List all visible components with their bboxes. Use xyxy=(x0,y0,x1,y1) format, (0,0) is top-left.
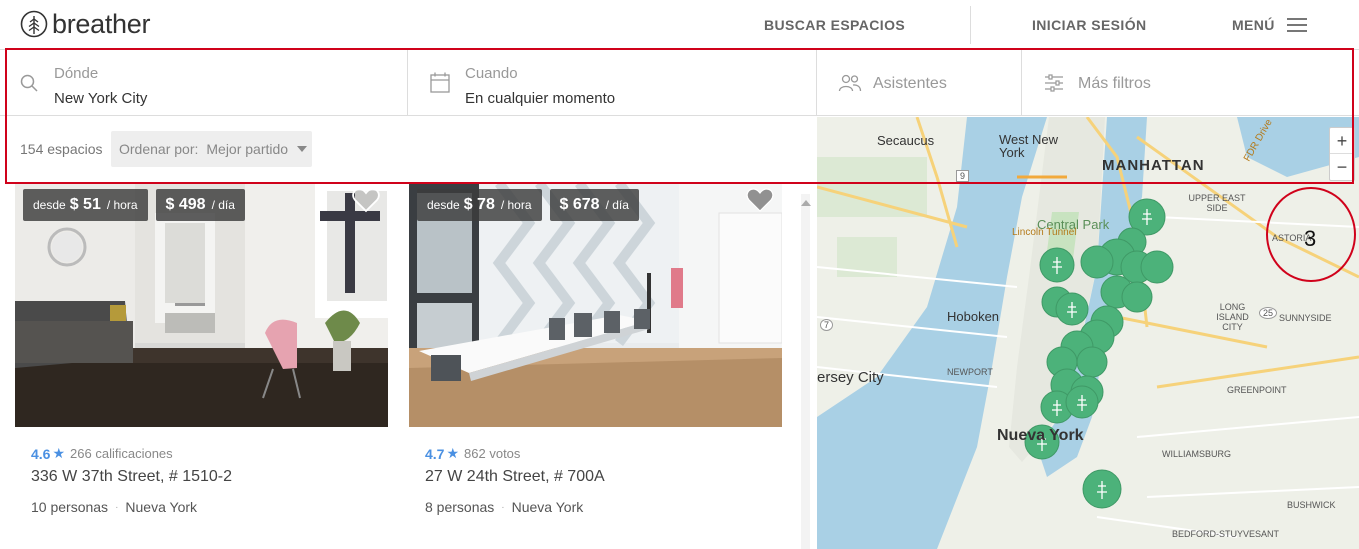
map-label-newport: NEWPORT xyxy=(947,367,993,377)
map-label-upper-east-side: UPPER EAST SIDE xyxy=(1188,193,1246,213)
map-label-bedford-stuyvesant: BEDFORD-STUYVESANT xyxy=(1172,529,1280,539)
menu-label: MENÚ xyxy=(1232,17,1275,33)
where-label: Dónde xyxy=(54,65,99,82)
map-label-bushwick: BUSHWICK xyxy=(1287,500,1336,510)
price-tags: desde $ 78 / hora $ 678 / día xyxy=(417,189,639,221)
map-label-lincoln-tunnel: Lincoln Tunnel xyxy=(1012,227,1077,238)
nav-search-spaces[interactable]: BUSCAR ESPACIOS xyxy=(764,17,905,33)
daily-price: $ 498 xyxy=(165,196,206,213)
results-count: 154 espacios xyxy=(20,141,103,157)
results-scrollbar[interactable] xyxy=(801,194,810,549)
hourly-price: $ 51 xyxy=(69,196,101,213)
capacity: 8 personas xyxy=(425,499,495,515)
favorite-heart-icon[interactable] xyxy=(352,187,380,213)
logo-text: breather xyxy=(52,9,151,39)
day-unit: / día xyxy=(211,198,235,212)
daily-price-tag: $ 498 / día xyxy=(155,189,245,221)
search-bar: Dónde New York City Cuando En cualquier … xyxy=(0,49,1359,116)
tree-logo-icon xyxy=(20,10,48,38)
map-label-hoboken: Hoboken xyxy=(947,309,1000,324)
filters-label: Más filtros xyxy=(1078,75,1151,92)
people-icon xyxy=(838,74,862,92)
day-unit: / día xyxy=(605,198,629,212)
breather-logo[interactable]: breather xyxy=(20,10,150,38)
space-meta: 8 personas · Nueva York xyxy=(425,499,766,515)
annotation-number: 3 xyxy=(1304,226,1317,251)
nav-login[interactable]: INICIAR SESIÓN xyxy=(1032,17,1147,33)
daily-price: $ 678 xyxy=(559,196,600,213)
city: Nueva York xyxy=(125,499,198,515)
map-label-sunnyside: SUNNYSIDE xyxy=(1279,313,1332,323)
space-card[interactable]: desde $ 51 / hora $ 498 / día 4.6 ★ 266 … xyxy=(15,183,388,515)
price-tags: desde $ 51 / hora $ 498 / día xyxy=(23,189,245,221)
map-label-manhattan: MANHATTAN xyxy=(1102,157,1205,174)
calendar-icon xyxy=(430,72,450,93)
space-info: 4.7 ★ 862 votos 27 W 24th Street, # 700A… xyxy=(409,427,782,515)
where-value[interactable]: New York City xyxy=(54,90,147,107)
rating-line: 4.7 ★ 862 votos xyxy=(425,445,766,462)
city: Nueva York xyxy=(511,499,584,515)
nav-divider xyxy=(970,6,971,44)
when-field[interactable]: Cuando En cualquier momento xyxy=(408,50,817,116)
where-field[interactable]: Dónde New York City xyxy=(0,50,408,116)
top-header: breather BUSCAR ESPACIOS INICIAR SESIÓN … xyxy=(0,0,1359,48)
daily-price-tag: $ 678 / día xyxy=(549,189,639,221)
separator-dot: · xyxy=(501,501,505,513)
rating-value: 4.6 xyxy=(31,445,51,462)
map-label-greenpoint: GREENPOINT xyxy=(1227,385,1287,395)
sliders-icon xyxy=(1045,74,1063,92)
map-canvas xyxy=(817,117,1359,549)
menu-button[interactable]: MENÚ xyxy=(1232,17,1307,33)
favorite-heart-icon[interactable] xyxy=(746,187,774,213)
map-label-new-york: Nueva York xyxy=(997,427,1084,444)
rating-line: 4.6 ★ 266 calificaciones xyxy=(31,445,372,462)
zoom-in-button[interactable]: + xyxy=(1330,128,1354,154)
hourly-price-tag: desde $ 78 / hora xyxy=(417,189,542,221)
hour-unit: / hora xyxy=(500,198,532,212)
results-toolbar: 154 espacios Ordenar por: Mejor partido xyxy=(0,117,817,183)
sort-dropdown[interactable]: Ordenar por: Mejor partido xyxy=(111,131,312,167)
star-icon: ★ xyxy=(446,445,460,461)
space-meta: 10 personas · Nueva York xyxy=(31,499,372,515)
caret-down-icon xyxy=(297,146,308,152)
from-label: desde xyxy=(33,198,66,212)
map-label-williamsburg: WILLIAMSBURG xyxy=(1162,449,1232,459)
hamburger-icon xyxy=(1286,18,1307,32)
space-photo[interactable]: desde $ 51 / hora $ 498 / día xyxy=(15,183,388,427)
hourly-price-tag: desde $ 51 / hora xyxy=(23,189,148,221)
guests-label: Asistentes xyxy=(873,75,947,92)
guests-field[interactable]: Asistentes xyxy=(817,50,1022,116)
when-value[interactable]: En cualquier momento xyxy=(465,90,615,107)
map-zoom-controls: + − xyxy=(1329,127,1355,181)
hour-unit: / hora xyxy=(106,198,138,212)
space-card[interactable]: desde $ 78 / hora $ 678 / día 4.7 ★ 862 … xyxy=(409,183,782,515)
space-address[interactable]: 336 W 37th Street, # 1510-2 xyxy=(31,468,372,486)
map-label-jersey-city: ersey City xyxy=(817,369,884,386)
map-view[interactable]: Secaucus West New York MANHATTAN Central… xyxy=(817,117,1359,549)
from-label: desde xyxy=(427,198,460,212)
review-count: 266 calificaciones xyxy=(70,446,173,461)
star-icon: ★ xyxy=(52,445,66,461)
space-info: 4.6 ★ 266 calificaciones 336 W 37th Stre… xyxy=(15,427,388,515)
sort-value: Mejor partido xyxy=(206,141,289,157)
map-label-west-new-york: West New York xyxy=(999,132,1058,160)
sort-label: Ordenar por: xyxy=(119,141,199,157)
space-address[interactable]: 27 W 24th Street, # 700A xyxy=(425,468,766,486)
search-icon xyxy=(20,74,38,92)
space-photo[interactable]: desde $ 78 / hora $ 678 / día xyxy=(409,183,782,427)
map-label-secaucus: Secaucus xyxy=(877,133,935,148)
hourly-price: $ 78 xyxy=(463,196,495,213)
capacity: 10 personas xyxy=(31,499,109,515)
separator-dot: · xyxy=(115,501,119,513)
scroll-up-arrow-icon[interactable] xyxy=(801,200,811,206)
more-filters-button[interactable]: Más filtros xyxy=(1022,50,1359,116)
route-25-shield: 25 xyxy=(1259,307,1278,319)
route-9-shield: 9 xyxy=(956,170,970,182)
rating-value: 4.7 xyxy=(425,445,445,462)
zoom-out-button[interactable]: − xyxy=(1330,154,1354,180)
when-label: Cuando xyxy=(465,65,518,82)
map-label-long-island-city: LONG ISLAND CITY xyxy=(1216,302,1249,332)
review-count: 862 votos xyxy=(464,446,521,461)
route-7-shield: 7 xyxy=(820,319,834,331)
